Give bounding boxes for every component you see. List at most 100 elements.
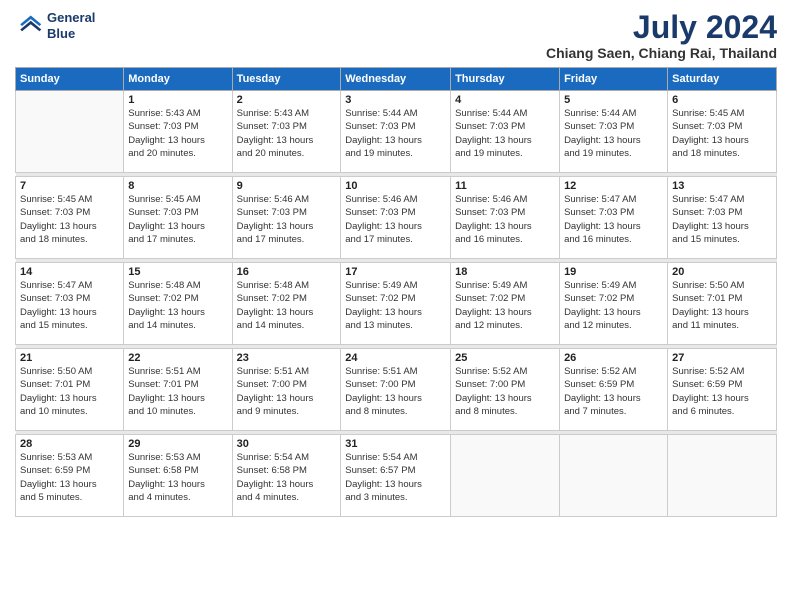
day-number: 18 [455, 266, 555, 278]
day-info: Sunrise: 5:54 AMSunset: 6:58 PMDaylight:… [237, 451, 337, 504]
calendar-cell: 4Sunrise: 5:44 AMSunset: 7:03 PMDaylight… [451, 91, 560, 173]
day-number: 24 [345, 352, 446, 364]
day-info: Sunrise: 5:45 AMSunset: 7:03 PMDaylight:… [128, 193, 227, 246]
day-number: 22 [128, 352, 227, 364]
page-container: General Blue July 2024 Chiang Saen, Chia… [0, 0, 792, 612]
day-number: 16 [237, 266, 337, 278]
calendar-cell: 10Sunrise: 5:46 AMSunset: 7:03 PMDayligh… [341, 177, 451, 259]
calendar-cell: 31Sunrise: 5:54 AMSunset: 6:57 PMDayligh… [341, 435, 451, 517]
header: General Blue July 2024 Chiang Saen, Chia… [15, 10, 777, 61]
day-number: 2 [237, 94, 337, 106]
title-section: July 2024 Chiang Saen, Chiang Rai, Thail… [546, 10, 777, 61]
day-number: 4 [455, 94, 555, 106]
day-number: 21 [20, 352, 119, 364]
day-number: 28 [20, 438, 119, 450]
calendar-cell: 13Sunrise: 5:47 AMSunset: 7:03 PMDayligh… [668, 177, 777, 259]
calendar-header-row: SundayMondayTuesdayWednesdayThursdayFrid… [16, 68, 777, 91]
day-number: 14 [20, 266, 119, 278]
calendar-cell: 18Sunrise: 5:49 AMSunset: 7:02 PMDayligh… [451, 263, 560, 345]
day-info: Sunrise: 5:44 AMSunset: 7:03 PMDaylight:… [564, 107, 663, 160]
day-info: Sunrise: 5:54 AMSunset: 6:57 PMDaylight:… [345, 451, 446, 504]
day-info: Sunrise: 5:45 AMSunset: 7:03 PMDaylight:… [20, 193, 119, 246]
calendar-cell: 9Sunrise: 5:46 AMSunset: 7:03 PMDaylight… [232, 177, 341, 259]
calendar-cell: 7Sunrise: 5:45 AMSunset: 7:03 PMDaylight… [16, 177, 124, 259]
day-number: 26 [564, 352, 663, 364]
day-info: Sunrise: 5:52 AMSunset: 6:59 PMDaylight:… [672, 365, 772, 418]
calendar-table: SundayMondayTuesdayWednesdayThursdayFrid… [15, 67, 777, 517]
day-info: Sunrise: 5:47 AMSunset: 7:03 PMDaylight:… [20, 279, 119, 332]
day-info: Sunrise: 5:48 AMSunset: 7:02 PMDaylight:… [128, 279, 227, 332]
day-number: 19 [564, 266, 663, 278]
logo-icon [15, 12, 43, 40]
day-info: Sunrise: 5:53 AMSunset: 6:59 PMDaylight:… [20, 451, 119, 504]
calendar-cell: 29Sunrise: 5:53 AMSunset: 6:58 PMDayligh… [124, 435, 232, 517]
day-number: 8 [128, 180, 227, 192]
calendar-cell: 17Sunrise: 5:49 AMSunset: 7:02 PMDayligh… [341, 263, 451, 345]
calendar-week-3: 14Sunrise: 5:47 AMSunset: 7:03 PMDayligh… [16, 263, 777, 345]
calendar-cell: 8Sunrise: 5:45 AMSunset: 7:03 PMDaylight… [124, 177, 232, 259]
calendar-cell: 12Sunrise: 5:47 AMSunset: 7:03 PMDayligh… [560, 177, 668, 259]
day-info: Sunrise: 5:47 AMSunset: 7:03 PMDaylight:… [672, 193, 772, 246]
day-info: Sunrise: 5:49 AMSunset: 7:02 PMDaylight:… [455, 279, 555, 332]
logo: General Blue [15, 10, 95, 41]
day-info: Sunrise: 5:48 AMSunset: 7:02 PMDaylight:… [237, 279, 337, 332]
calendar-cell: 16Sunrise: 5:48 AMSunset: 7:02 PMDayligh… [232, 263, 341, 345]
day-info: Sunrise: 5:43 AMSunset: 7:03 PMDaylight:… [237, 107, 337, 160]
day-number: 30 [237, 438, 337, 450]
calendar-header-saturday: Saturday [668, 68, 777, 91]
day-info: Sunrise: 5:49 AMSunset: 7:02 PMDaylight:… [345, 279, 446, 332]
calendar-week-2: 7Sunrise: 5:45 AMSunset: 7:03 PMDaylight… [16, 177, 777, 259]
calendar-cell: 22Sunrise: 5:51 AMSunset: 7:01 PMDayligh… [124, 349, 232, 431]
day-info: Sunrise: 5:53 AMSunset: 6:58 PMDaylight:… [128, 451, 227, 504]
day-number: 5 [564, 94, 663, 106]
day-info: Sunrise: 5:43 AMSunset: 7:03 PMDaylight:… [128, 107, 227, 160]
calendar-week-5: 28Sunrise: 5:53 AMSunset: 6:59 PMDayligh… [16, 435, 777, 517]
day-number: 12 [564, 180, 663, 192]
day-number: 20 [672, 266, 772, 278]
day-number: 11 [455, 180, 555, 192]
day-info: Sunrise: 5:51 AMSunset: 7:00 PMDaylight:… [237, 365, 337, 418]
day-number: 1 [128, 94, 227, 106]
day-info: Sunrise: 5:44 AMSunset: 7:03 PMDaylight:… [455, 107, 555, 160]
calendar-header-tuesday: Tuesday [232, 68, 341, 91]
calendar-cell: 25Sunrise: 5:52 AMSunset: 7:00 PMDayligh… [451, 349, 560, 431]
day-number: 17 [345, 266, 446, 278]
calendar-cell [451, 435, 560, 517]
day-info: Sunrise: 5:46 AMSunset: 7:03 PMDaylight:… [237, 193, 337, 246]
day-info: Sunrise: 5:46 AMSunset: 7:03 PMDaylight:… [345, 193, 446, 246]
calendar-cell [16, 91, 124, 173]
calendar-cell: 3Sunrise: 5:44 AMSunset: 7:03 PMDaylight… [341, 91, 451, 173]
calendar-cell: 2Sunrise: 5:43 AMSunset: 7:03 PMDaylight… [232, 91, 341, 173]
day-info: Sunrise: 5:45 AMSunset: 7:03 PMDaylight:… [672, 107, 772, 160]
calendar-cell: 11Sunrise: 5:46 AMSunset: 7:03 PMDayligh… [451, 177, 560, 259]
day-number: 7 [20, 180, 119, 192]
day-info: Sunrise: 5:49 AMSunset: 7:02 PMDaylight:… [564, 279, 663, 332]
calendar-cell: 23Sunrise: 5:51 AMSunset: 7:00 PMDayligh… [232, 349, 341, 431]
day-info: Sunrise: 5:50 AMSunset: 7:01 PMDaylight:… [20, 365, 119, 418]
logo-text: General Blue [47, 10, 95, 41]
calendar-cell [560, 435, 668, 517]
calendar-cell: 20Sunrise: 5:50 AMSunset: 7:01 PMDayligh… [668, 263, 777, 345]
calendar-cell: 21Sunrise: 5:50 AMSunset: 7:01 PMDayligh… [16, 349, 124, 431]
day-number: 6 [672, 94, 772, 106]
day-number: 9 [237, 180, 337, 192]
calendar-cell: 14Sunrise: 5:47 AMSunset: 7:03 PMDayligh… [16, 263, 124, 345]
calendar-cell: 5Sunrise: 5:44 AMSunset: 7:03 PMDaylight… [560, 91, 668, 173]
calendar-header-monday: Monday [124, 68, 232, 91]
calendar-header-sunday: Sunday [16, 68, 124, 91]
day-number: 3 [345, 94, 446, 106]
day-info: Sunrise: 5:51 AMSunset: 7:00 PMDaylight:… [345, 365, 446, 418]
day-info: Sunrise: 5:46 AMSunset: 7:03 PMDaylight:… [455, 193, 555, 246]
day-number: 25 [455, 352, 555, 364]
day-number: 13 [672, 180, 772, 192]
day-number: 15 [128, 266, 227, 278]
day-number: 29 [128, 438, 227, 450]
day-info: Sunrise: 5:47 AMSunset: 7:03 PMDaylight:… [564, 193, 663, 246]
calendar-cell [668, 435, 777, 517]
calendar-cell: 24Sunrise: 5:51 AMSunset: 7:00 PMDayligh… [341, 349, 451, 431]
day-info: Sunrise: 5:51 AMSunset: 7:01 PMDaylight:… [128, 365, 227, 418]
calendar-header-thursday: Thursday [451, 68, 560, 91]
day-number: 10 [345, 180, 446, 192]
main-title: July 2024 [546, 10, 777, 45]
day-info: Sunrise: 5:44 AMSunset: 7:03 PMDaylight:… [345, 107, 446, 160]
